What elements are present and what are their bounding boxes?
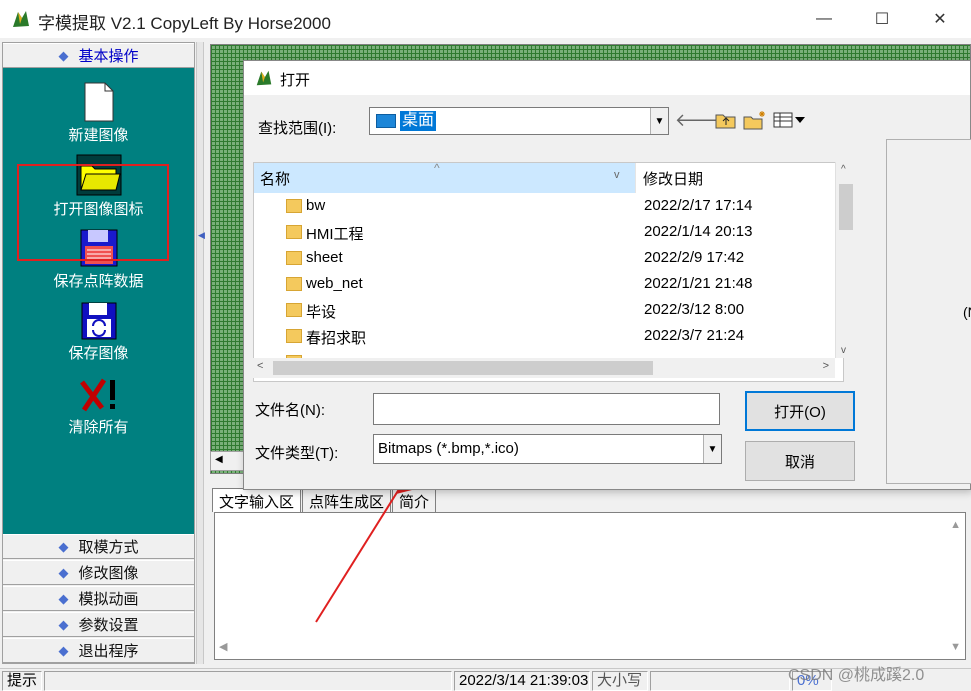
cancel-button[interactable]: 取消 (745, 441, 855, 481)
status-empty (650, 671, 790, 691)
tab-text-input[interactable]: 文字输入区 (212, 488, 302, 512)
diamond-icon: ◆ (58, 47, 69, 63)
lookin-value: 桌面 (400, 111, 437, 131)
scroll-left-icon[interactable]: ◀ (219, 640, 227, 653)
lookin-dropdown-arrow[interactable]: ▼ (650, 108, 668, 134)
diamond-icon: ◆ (58, 564, 69, 580)
left-panel: ◆ 基本操作 新建图像 打开图像图标 保存点阵数据 保存图像 清除所有 ◆ 取模… (2, 42, 195, 664)
file-list-vertical-scrollbar[interactable]: ^ v (835, 162, 855, 358)
file-list[interactable]: 名称 ^ v 修改日期 bw 2022/2/17 17:14 HMI工程 202… (253, 162, 844, 382)
title-bar: 字模提取 V2.1 CopyLeft By Horse2000 — ☐ ✕ (0, 0, 971, 38)
close-button[interactable]: ✕ (911, 0, 969, 38)
diamond-icon: ◆ (58, 642, 69, 658)
section-modify-image[interactable]: ◆ 修改图像 (3, 560, 194, 585)
filetype-dropdown-arrow[interactable]: ▼ (703, 435, 721, 463)
file-list-header: 名称 ^ v 修改日期 (254, 163, 837, 193)
close-icon: ✕ (933, 11, 947, 28)
desktop-icon (376, 114, 396, 128)
folder-icon (286, 225, 302, 239)
file-row[interactable]: HMI工程 2022/1/14 20:13 (254, 220, 837, 246)
diamond-icon: ◆ (58, 616, 69, 632)
section-parameters[interactable]: ◆ 参数设置 (3, 612, 194, 637)
sort-up-icon: ^ (434, 162, 440, 175)
chevron-down-icon[interactable]: v (614, 169, 620, 181)
filetype-label: 文件类型(T): (255, 445, 339, 462)
file-row[interactable]: bw 2022/2/17 17:14 (254, 194, 837, 220)
up-folder-icon[interactable] (714, 109, 738, 131)
save-image-tool[interactable]: 保存图像 (3, 302, 194, 363)
folder-icon (286, 251, 302, 265)
minimize-icon: — (816, 10, 832, 27)
maximize-button[interactable]: ☐ (853, 0, 911, 38)
clear-all-tool[interactable]: 清除所有 (3, 376, 194, 437)
splitter-arrow-icon: ◀ (198, 230, 205, 240)
open-button[interactable]: 打开(O) (745, 391, 855, 431)
diamond-icon: ◆ (58, 538, 69, 554)
left-arrow-icon: ◀ (215, 454, 223, 465)
new-document-icon (84, 82, 113, 122)
app-icon (13, 11, 29, 27)
scroll-up-icon[interactable]: ▲ (950, 519, 961, 531)
panel-splitter[interactable]: ◀ (196, 42, 205, 664)
minimize-button[interactable]: — (795, 0, 853, 38)
folder-icon (286, 329, 302, 343)
column-date-header[interactable]: 修改日期 (637, 163, 837, 193)
scroll-up-icon[interactable]: ^ (841, 164, 846, 175)
dialog-title-bar[interactable]: 打开 (244, 61, 970, 95)
preview-text: (N (963, 304, 971, 320)
file-row[interactable]: 毕设 2022/3/12 8:00 (254, 298, 837, 324)
lookin-label: 查找范围(I): (258, 120, 337, 137)
file-row[interactable]: sheet 2022/2/9 17:42 (254, 246, 837, 272)
new-folder-icon[interactable] (742, 109, 768, 131)
watermark: CSDN @桃成蹊2.0 (788, 667, 925, 684)
dialog-app-icon (256, 70, 272, 86)
column-name-header[interactable]: 名称 ^ v (254, 163, 636, 193)
status-bar: 提示 2022/3/14 21:39:03 大小写 0% CSDN @桃成蹊2.… (0, 667, 971, 691)
file-list-horizontal-scrollbar[interactable]: < > (253, 358, 835, 378)
vertical-scroll-thumb[interactable] (839, 184, 853, 230)
window-title: 字模提取 V2.1 CopyLeft By Horse2000 (38, 14, 331, 33)
section-extract-mode[interactable]: ◆ 取模方式 (3, 534, 194, 559)
scroll-left-icon[interactable]: < (257, 360, 263, 372)
save-image-icon (81, 302, 116, 340)
clear-all-icon (79, 378, 115, 412)
section-exit[interactable]: ◆ 退出程序 (3, 638, 194, 663)
filename-label: 文件名(N): (255, 402, 325, 419)
section-simulate-animation[interactable]: ◆ 模拟动画 (3, 586, 194, 611)
folder-icon (286, 303, 302, 317)
lookin-select[interactable]: 桌面 ▼ (369, 107, 669, 135)
open-file-dialog: 打开 查找范围(I): 桌面 ▼ 🡐 名称 ^ v 修改日期 bw 2022/2… (243, 60, 971, 490)
dialog-title: 打开 (280, 72, 311, 89)
folder-icon (286, 199, 302, 213)
folder-icon (286, 277, 302, 291)
annotation-highlight-box (17, 164, 169, 261)
status-hint: 提示 (2, 671, 42, 691)
horizontal-scroll-thumb[interactable] (273, 361, 653, 375)
canvas-scroll-left[interactable]: ◀ (210, 451, 246, 471)
back-arrow-icon[interactable]: 🡐 (675, 109, 723, 131)
diamond-icon: ◆ (58, 590, 69, 606)
new-image-tool[interactable]: 新建图像 (3, 82, 194, 145)
section-basic-ops[interactable]: ◆ 基本操作 (3, 43, 194, 68)
status-datetime: 2022/3/14 21:39:03 (454, 671, 590, 691)
view-menu-icon[interactable] (772, 109, 806, 131)
file-row[interactable]: web_net 2022/1/21 21:48 (254, 272, 837, 298)
preview-pane: (N (886, 139, 971, 484)
maximize-icon: ☐ (874, 11, 890, 28)
tool-panel: 新建图像 打开图像图标 保存点阵数据 保存图像 清除所有 (3, 68, 194, 534)
filetype-select[interactable]: Bitmaps (*.bmp,*.ico) ▼ (373, 434, 722, 464)
status-message (44, 671, 452, 691)
status-caps: 大小写 (592, 671, 648, 691)
file-row[interactable]: 春招求职 2022/3/7 21:24 (254, 324, 837, 350)
filename-input[interactable] (373, 393, 720, 425)
scroll-down-icon[interactable]: ▼ (950, 641, 961, 653)
scroll-right-icon[interactable]: > (823, 360, 829, 372)
scroll-down-icon[interactable]: v (841, 345, 846, 356)
